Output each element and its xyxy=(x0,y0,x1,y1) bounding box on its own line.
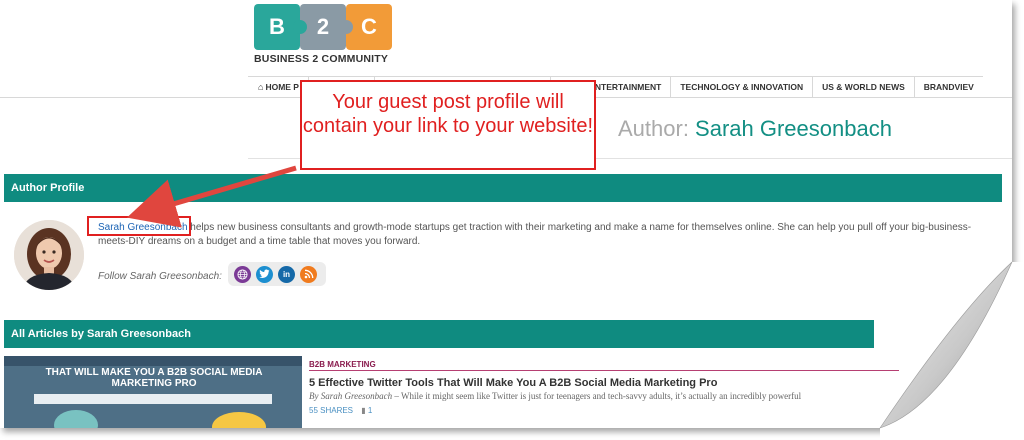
callout-annotation: Your guest post profile will contain you… xyxy=(300,80,596,170)
linkedin-icon[interactable]: in xyxy=(278,265,295,283)
follow-label: Follow Sarah Greesonbach: xyxy=(98,271,222,282)
author-name-heading: Sarah Greesonbach xyxy=(695,116,892,141)
globe-icon[interactable] xyxy=(234,265,251,283)
article-title[interactable]: 5 Effective Twitter Tools That Will Make… xyxy=(309,377,717,389)
article-byline: By Sarah Greesonbach xyxy=(309,391,393,401)
all-articles-bar: All Articles by Sarah Greesonbach xyxy=(4,320,874,348)
rss-icon[interactable] xyxy=(300,265,317,283)
logo-letter-2: 2 xyxy=(316,14,330,39)
logo-tagline: BUSINESS 2 COMMUNITY xyxy=(254,53,389,65)
article-thumbnail[interactable]: THAT WILL MAKE YOU A B2B SOCIAL MEDIA MA… xyxy=(4,356,302,428)
link-highlight-box xyxy=(87,216,191,236)
logo-letter-b: B xyxy=(269,14,285,39)
logo-letter-c: C xyxy=(361,14,377,39)
author-bio: Sarah Greesonbach helps new business con… xyxy=(98,221,978,249)
twitter-icon[interactable] xyxy=(256,265,273,283)
nav-item-technology-innovation[interactable]: TECHNOLOGY & INNOVATION xyxy=(671,77,814,98)
nav-item-us-world-news[interactable]: US & WORLD NEWS xyxy=(813,77,915,98)
comment-count[interactable]: 1 xyxy=(368,406,372,415)
category-divider xyxy=(309,370,899,371)
avatar-portrait xyxy=(14,220,84,290)
avatar[interactable] xyxy=(14,220,84,290)
article-excerpt-text: – While it might seem like Twitter is ju… xyxy=(392,391,802,401)
page-sheet: B 2 C BUSINESS 2 COMMUNITY ⌂HOME P CE LI… xyxy=(0,0,1012,428)
b2c-logo[interactable]: B 2 C BUSINESS 2 COMMUNITY xyxy=(254,4,394,66)
social-links: in xyxy=(228,262,326,286)
comment-icon: ▮ xyxy=(361,406,366,415)
author-prefix: Author: xyxy=(618,116,696,141)
nav-item-label: HOME P xyxy=(265,82,299,92)
article-stats: 55 SHARES ▮ 1 xyxy=(309,406,372,415)
author-bio-text: helps new business consultants and growt… xyxy=(98,222,972,247)
nav-item-brandview[interactable]: BRANDVIEV xyxy=(915,77,983,98)
article-category[interactable]: B2B MARKETING xyxy=(309,360,376,369)
logo-piece-b: B xyxy=(254,4,307,50)
article-excerpt: By Sarah Greesonbach – While it might se… xyxy=(309,391,884,401)
share-count[interactable]: 55 SHARES xyxy=(309,406,353,415)
thumbnail-text: THAT WILL MAKE YOU A B2B SOCIAL MEDIA MA… xyxy=(45,367,263,389)
home-icon: ⌂ xyxy=(258,82,264,92)
thumbnail-shape-teal xyxy=(54,410,98,428)
thumbnail-shape-yellow xyxy=(212,412,266,428)
thumbnail-panel xyxy=(34,394,272,404)
page-title: Author: Sarah Greesonbach xyxy=(618,116,892,142)
thumbnail-header-strip xyxy=(4,356,302,366)
author-profile-bar: Author Profile xyxy=(4,174,1002,202)
